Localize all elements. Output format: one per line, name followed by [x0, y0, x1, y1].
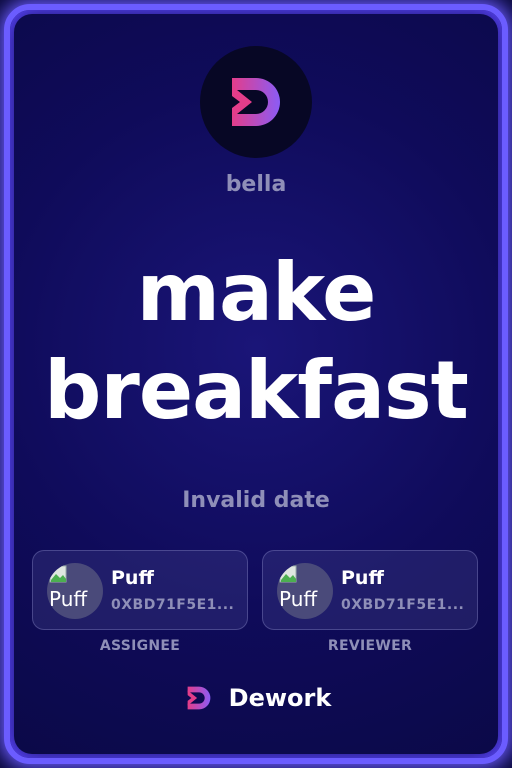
avatar: Puff [277, 563, 333, 619]
broken-image-icon [49, 565, 67, 583]
task-title-line-1: make [136, 246, 377, 339]
reviewer-address: 0XBD71F5E1... [341, 597, 465, 613]
avatar: Puff [47, 563, 103, 619]
brand-name: Dework [228, 684, 332, 712]
dework-logo-icon [187, 686, 211, 710]
assignee-card[interactable]: Puff Puff 0XBD71F5E1... [32, 550, 248, 630]
org-name: bella [225, 172, 287, 197]
reviewer-card[interactable]: Puff Puff 0XBD71F5E1... [262, 550, 478, 630]
avatar-alt-text: Puff [279, 587, 318, 611]
broken-image-icon [279, 565, 297, 583]
assignee-address: 0XBD71F5E1... [111, 597, 235, 613]
dework-logo-icon [232, 78, 280, 126]
footer-brand[interactable]: Dework [0, 680, 512, 716]
task-title: make breakfast [0, 244, 512, 440]
task-title-line-2: breakfast [44, 344, 469, 437]
avatar-alt-text: Puff [49, 587, 88, 611]
reviewer-name: Puff [341, 567, 384, 589]
assignee-label: ASSIGNEE [99, 638, 181, 654]
reviewer-label: REVIEWER [327, 638, 413, 654]
task-date: Invalid date [182, 488, 330, 513]
assignee-name: Puff [111, 567, 154, 589]
org-logo [200, 46, 312, 158]
